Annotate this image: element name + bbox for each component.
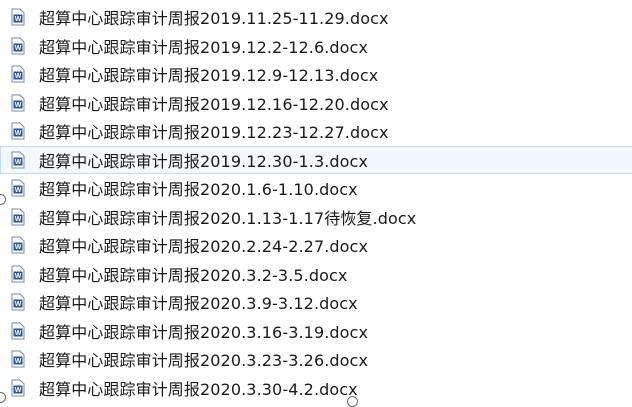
file-name[interactable]: 超算中心跟踪审计周报2019.12.2-12.6.docx <box>39 34 368 58</box>
file-name[interactable]: 超算中心跟踪审计周报2020.3.2-3.5.docx <box>39 262 347 286</box>
svg-text:W: W <box>15 16 22 23</box>
word-document-icon: W <box>11 179 25 197</box>
file-row[interactable]: W 超算中心跟踪审计周报2019.11.25-11.29.docx <box>0 3 632 32</box>
word-document-icon: W <box>11 94 25 112</box>
file-row[interactable]: W 超算中心跟踪审计周报2019.12.2-12.6.docx <box>0 32 632 61</box>
word-document-icon: W <box>11 208 25 226</box>
file-row[interactable]: W 超算中心跟踪审计周报2020.3.2-3.5.docx <box>0 260 632 289</box>
file-row[interactable]: W 超算中心跟踪审计周报2019.12.9-12.13.docx <box>0 60 632 89</box>
svg-text:W: W <box>15 102 22 109</box>
word-document-icon: W <box>11 151 25 169</box>
svg-text:W: W <box>15 387 22 394</box>
svg-text:W: W <box>15 330 22 337</box>
file-name[interactable]: 超算中心跟踪审计周报2019.12.23-12.27.docx <box>39 119 389 143</box>
svg-text:W: W <box>15 216 22 223</box>
file-row[interactable]: W 超算中心跟踪审计周报2020.2.24-2.27.docx <box>0 231 632 260</box>
svg-text:W: W <box>15 159 22 166</box>
file-name[interactable]: 超算中心跟踪审计周报2020.1.13-1.17待恢复.docx <box>39 205 416 229</box>
word-document-icon: W <box>11 379 25 397</box>
file-name[interactable]: 超算中心跟踪审计周报2020.1.6-1.10.docx <box>39 176 358 200</box>
word-document-icon: W <box>11 37 25 55</box>
file-row[interactable]: W 超算中心跟踪审计周报2020.3.9-3.12.docx <box>0 288 632 317</box>
svg-text:W: W <box>15 273 22 280</box>
file-list: W 超算中心跟踪审计周报2019.11.25-11.29.docx W 超算中心… <box>0 3 632 402</box>
file-name[interactable]: 超算中心跟踪审计周报2020.3.30-4.2.docx <box>39 376 358 400</box>
file-row[interactable]: W 超算中心跟踪审计周报2019.12.16-12.20.docx <box>0 89 632 118</box>
file-row[interactable]: W 超算中心跟踪审计周报2020.3.23-3.26.docx <box>0 345 632 374</box>
file-name[interactable]: 超算中心跟踪审计周报2020.2.24-2.27.docx <box>39 233 368 257</box>
file-name[interactable]: 超算中心跟踪审计周报2019.12.16-12.20.docx <box>39 91 389 115</box>
word-document-icon: W <box>11 8 25 26</box>
file-row[interactable]: W 超算中心跟踪审计周报2019.12.23-12.27.docx <box>0 117 632 146</box>
edge-marker <box>347 396 358 407</box>
svg-text:W: W <box>15 130 22 137</box>
word-document-icon: W <box>11 65 25 83</box>
file-row-selected[interactable]: W 超算中心跟踪审计周报2019.12.30-1.3.docx <box>0 145 632 174</box>
word-document-icon: W <box>11 236 25 254</box>
word-document-icon: W <box>11 293 25 311</box>
file-name[interactable]: 超算中心跟踪审计周报2020.3.9-3.12.docx <box>39 290 358 314</box>
word-document-icon: W <box>11 122 25 140</box>
svg-text:W: W <box>15 301 22 308</box>
svg-text:W: W <box>15 187 22 194</box>
file-row[interactable]: W 超算中心跟踪审计周报2020.3.16-3.19.docx <box>0 317 632 346</box>
file-name[interactable]: 超算中心跟踪审计周报2020.3.16-3.19.docx <box>39 319 368 343</box>
file-row[interactable]: W 超算中心跟踪审计周报2020.1.6-1.10.docx <box>0 174 632 203</box>
file-row[interactable]: W 超算中心跟踪审计周报2020.1.13-1.17待恢复.docx <box>0 203 632 232</box>
word-document-icon: W <box>11 265 25 283</box>
svg-text:W: W <box>15 244 22 251</box>
file-name[interactable]: 超算中心跟踪审计周报2020.3.23-3.26.docx <box>39 347 368 371</box>
file-name[interactable]: 超算中心跟踪审计周报2019.11.25-11.29.docx <box>39 5 389 29</box>
word-document-icon: W <box>11 322 25 340</box>
svg-text:W: W <box>15 45 22 52</box>
svg-text:W: W <box>15 73 22 80</box>
file-row[interactable]: W 超算中心跟踪审计周报2020.3.30-4.2.docx <box>0 374 632 403</box>
svg-text:W: W <box>15 358 22 365</box>
file-name[interactable]: 超算中心跟踪审计周报2019.12.30-1.3.docx <box>39 148 368 172</box>
file-name[interactable]: 超算中心跟踪审计周报2019.12.9-12.13.docx <box>39 62 378 86</box>
word-document-icon: W <box>11 350 25 368</box>
